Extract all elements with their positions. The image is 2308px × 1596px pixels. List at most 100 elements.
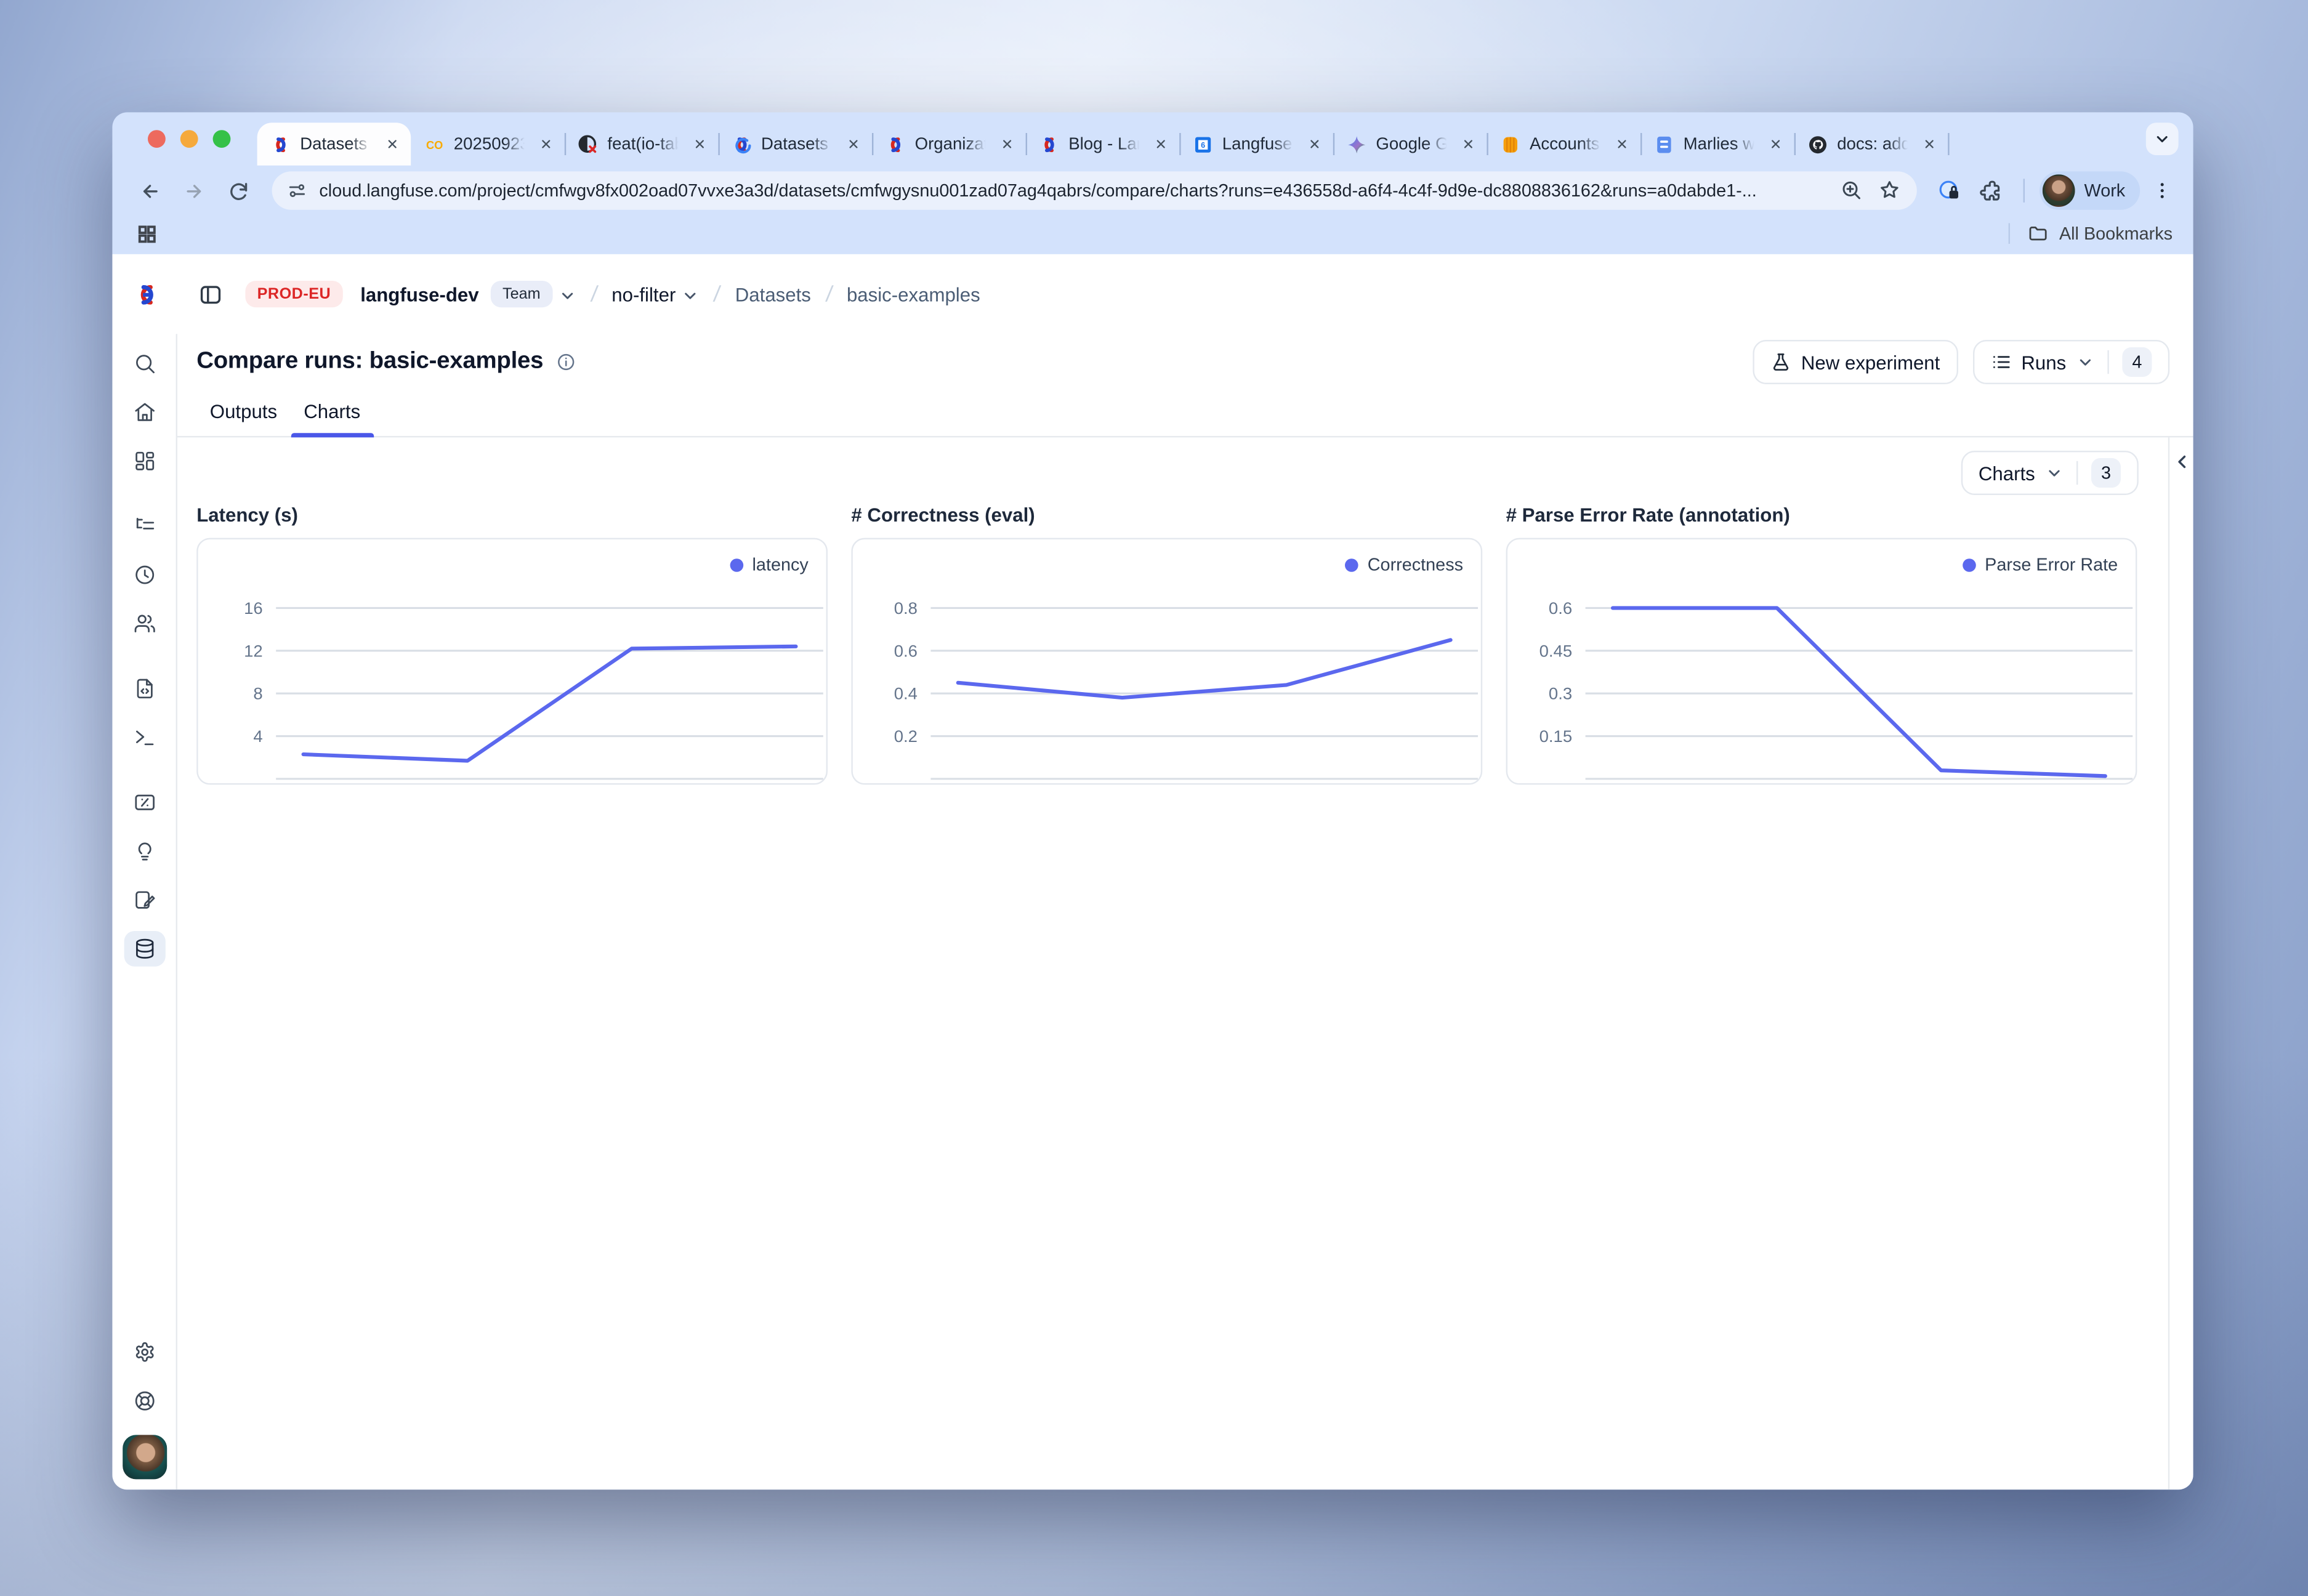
github-x-favicon-icon	[578, 134, 599, 155]
orange-app-favicon-icon	[1500, 134, 1521, 155]
close-tab-icon[interactable]	[1150, 134, 1171, 155]
org-chevron-down-icon[interactable]	[558, 285, 576, 303]
browser-tab-8[interactable]: Google Gen	[1333, 123, 1487, 166]
minimize-window-button[interactable]	[180, 130, 198, 148]
list-icon	[1990, 352, 2011, 373]
forward-button[interactable]	[174, 171, 212, 209]
url-bar[interactable]: cloud.langfuse.com/project/cmfwgv8fx002o…	[272, 171, 1918, 209]
svg-text:0.6: 0.6	[1549, 598, 1572, 618]
close-tab-icon[interactable]	[1918, 134, 1939, 155]
project-selector[interactable]: no-filter	[611, 283, 699, 305]
svg-text:0.15: 0.15	[1539, 727, 1572, 746]
url-text[interactable]: cloud.langfuse.com/project/cmfwgv8fx002o…	[319, 180, 1825, 201]
line-chart-plot: 0.20.40.60.8	[853, 539, 1481, 783]
legend-dot-icon	[730, 558, 744, 571]
info-icon[interactable]	[555, 352, 576, 373]
close-tab-icon[interactable]	[1611, 134, 1632, 155]
chart-3: # Parse Error Rate (annotation) 0.150.30…	[1506, 504, 2137, 784]
browser-tab-7[interactable]: 6 Langfuse -	[1179, 123, 1333, 166]
close-tab-icon[interactable]	[1457, 134, 1478, 155]
back-button[interactable]	[130, 171, 168, 209]
sidebar-item-evaluation[interactable]	[123, 784, 164, 820]
charts-dropdown-button[interactable]: Charts 3	[1961, 451, 2139, 495]
sidebar-item-annotation[interactable]	[123, 882, 164, 918]
tab-strip: Datasets | L CO 20250923 feat(io-tabl Da…	[112, 112, 2193, 165]
close-tab-icon[interactable]	[1765, 134, 1786, 155]
chart-card[interactable]: 481216 latency	[196, 538, 828, 785]
org-name[interactable]: langfuse-dev	[360, 283, 478, 305]
browser-menu-button[interactable]	[2146, 174, 2179, 207]
all-bookmarks-button[interactable]: All Bookmarks	[2009, 223, 2173, 244]
close-tab-icon[interactable]	[381, 134, 402, 155]
tab-outputs[interactable]: Outputs	[196, 392, 290, 436]
svg-text:0.8: 0.8	[894, 598, 918, 618]
browser-tab-3[interactable]: feat(io-tabl	[565, 123, 719, 166]
new-experiment-button[interactable]: New experiment	[1753, 340, 1958, 384]
browser-tab-1[interactable]: Datasets | L	[257, 123, 411, 166]
sidebar-item-dashboard[interactable]	[123, 443, 164, 479]
breadcrumb-dataset-name[interactable]: basic-examples	[847, 283, 980, 305]
sidebar-item-sessions[interactable]	[123, 557, 164, 593]
browser-tab-5[interactable]: Organizatio	[872, 123, 1026, 166]
runs-dropdown-button[interactable]: Runs 4	[1972, 340, 2169, 384]
extensions-puzzle-icon[interactable]	[1974, 173, 2009, 209]
browser-tab-2[interactable]: CO 20250923	[411, 123, 565, 166]
apps-grid-icon[interactable]	[136, 222, 158, 244]
gemini-favicon-icon	[1346, 134, 1367, 155]
svg-text:0.4: 0.4	[894, 684, 918, 703]
profile-name: Work	[2084, 180, 2126, 201]
svg-text:0.2: 0.2	[894, 727, 918, 746]
browser-window: Datasets | L CO 20250923 feat(io-tabl Da…	[112, 112, 2193, 1489]
sidebar-item-tracing[interactable]	[123, 509, 164, 544]
maximize-window-button[interactable]	[213, 130, 231, 148]
browser-tab-9[interactable]: Accounts |	[1487, 123, 1640, 166]
site-settings-icon[interactable]	[287, 180, 308, 201]
colab-favicon-icon: CO	[424, 134, 445, 155]
environment-badge: PROD-EU	[245, 281, 342, 307]
chart-card[interactable]: 0.150.30.450.6 Parse Error Rate	[1506, 538, 2137, 785]
page-title: Compare runs: basic-examples	[196, 349, 543, 375]
browser-tab-4[interactable]: Datasets | L	[718, 123, 872, 166]
close-window-button[interactable]	[148, 130, 166, 148]
sidebar-item-home[interactable]	[123, 395, 164, 430]
user-avatar[interactable]	[122, 1435, 166, 1479]
sidebar-item-settings[interactable]	[123, 1334, 164, 1370]
chart-card[interactable]: 0.20.40.60.8 Correctness	[851, 538, 1482, 785]
password-extension-icon[interactable]	[1932, 173, 1967, 209]
legend-dot-icon	[1963, 558, 1976, 571]
browser-tab-11[interactable]: docs: add g	[1794, 123, 1948, 166]
sidebar-item-prompts[interactable]	[123, 671, 164, 707]
bookmarks-bar: All Bookmarks	[112, 216, 2193, 254]
close-tab-icon[interactable]	[996, 134, 1017, 155]
calendar-6-favicon-icon: 6	[1193, 134, 1214, 155]
sidebar-item-insights[interactable]	[123, 834, 164, 869]
tab-search-button[interactable]	[2146, 123, 2179, 155]
close-tab-icon[interactable]	[842, 134, 863, 155]
collapse-panel-button[interactable]	[2172, 452, 2191, 471]
langfuse-favicon-icon	[270, 134, 291, 155]
sidebar-item-datasets[interactable]	[123, 931, 164, 967]
chart-title: # Correctness (eval)	[851, 504, 1482, 526]
bookmark-star-icon[interactable]	[1879, 179, 1902, 202]
close-tab-icon[interactable]	[688, 134, 709, 155]
browser-tab-10[interactable]: Marlies wee	[1640, 123, 1794, 166]
sidebar-item-playground[interactable]	[123, 720, 164, 756]
breadcrumb-datasets-link[interactable]: Datasets	[735, 283, 811, 305]
svg-text:CO: CO	[426, 139, 443, 151]
langfuse-logo-icon[interactable]	[133, 280, 161, 308]
close-tab-icon[interactable]	[535, 134, 556, 155]
zoom-page-icon[interactable]	[1841, 179, 1864, 202]
sidebar-item-users[interactable]	[123, 606, 164, 642]
sidebar-toggle-icon[interactable]	[198, 281, 224, 307]
close-tab-icon[interactable]	[1304, 134, 1325, 155]
tab-charts[interactable]: Charts	[291, 392, 374, 436]
sidebar-item-search[interactable]	[123, 346, 164, 382]
chart-legend: latency	[730, 554, 809, 575]
profile-chip[interactable]: Work	[2040, 171, 2141, 209]
browser-tab-6[interactable]: Blog - Lang	[1026, 123, 1180, 166]
org-plan-badge: Team	[491, 281, 552, 307]
chart-legend: Parse Error Rate	[1963, 554, 2118, 575]
sidebar-item-support[interactable]	[123, 1383, 164, 1419]
reload-button[interactable]	[219, 171, 257, 209]
svg-text:4: 4	[253, 727, 262, 746]
